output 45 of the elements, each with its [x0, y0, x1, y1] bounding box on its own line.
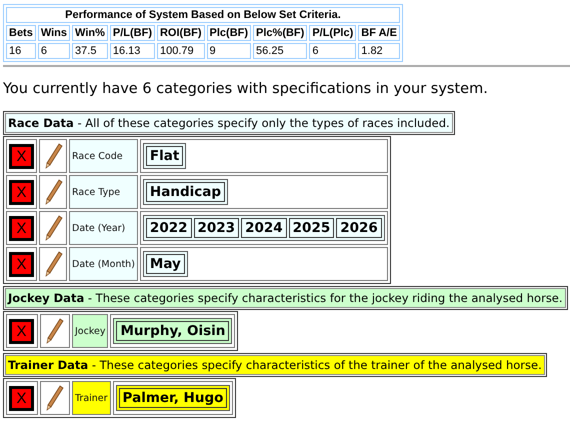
column-header: BF A/E: [358, 25, 400, 41]
column-header: Wins: [38, 25, 70, 41]
table-cell: 56.25: [253, 43, 308, 59]
delete-button[interactable]: X: [9, 216, 34, 240]
table-cell: 16: [6, 43, 36, 59]
column-header: P/L(Plc): [309, 25, 356, 41]
summary-text: You currently have 6 categories with specifications in your system.: [3, 81, 489, 97]
column-header: P/L(BF): [110, 25, 155, 41]
table-cell: 1.82: [358, 43, 400, 59]
delete-button[interactable]: X: [9, 180, 34, 204]
category-label: Race Code: [72, 150, 124, 162]
value-tag: 2025: [288, 218, 334, 238]
value-tag: Handicap: [146, 182, 226, 202]
section-header: Jockey Data - These categories specify characteristics for the jockey riding the analysed horse.: [5, 288, 566, 308]
category-label: Date (Year): [72, 222, 126, 234]
section-header: Race Data - All of these categories specify only the types of races included.: [5, 113, 453, 133]
table-cell: 9: [206, 43, 252, 59]
category-label: Trainer: [75, 392, 108, 404]
table-cell: 6: [309, 43, 356, 59]
section-header: Trainer Data - These categories specify characteristics of the trainer of the analysed horse.: [5, 355, 545, 375]
value-tag: May: [146, 254, 185, 274]
table-cell: 37.5: [72, 43, 108, 59]
table-cell: 16.13: [110, 43, 155, 59]
value-tag: Palmer, Hugo: [118, 388, 228, 408]
value-tag: 2024: [241, 218, 287, 238]
table-title: Performance of System Based on Below Set Criteria.: [6, 7, 400, 23]
category-label: Jockey: [75, 326, 106, 336]
column-header: Bets: [6, 25, 36, 41]
category-label: Date (Month): [72, 258, 135, 270]
table-cell: 100.79: [156, 43, 205, 59]
value-tag: 2023: [194, 218, 240, 238]
category-label: Race Type: [72, 186, 122, 198]
delete-button[interactable]: X: [9, 386, 34, 410]
delete-button[interactable]: X: [9, 252, 34, 276]
value-tag: Flat: [146, 146, 184, 166]
column-header: Plc%(BF): [253, 25, 308, 41]
delete-button[interactable]: X: [9, 318, 34, 344]
column-header: Plc(BF): [206, 25, 252, 41]
column-header: Win%: [72, 25, 108, 41]
delete-button[interactable]: X: [9, 144, 34, 168]
column-header: ROI(BF): [156, 25, 205, 41]
value-tag: 2026: [336, 218, 382, 238]
table-cell: 6: [38, 43, 70, 59]
value-tag: Murphy, Oisin: [116, 321, 230, 341]
value-tag: 2022: [146, 218, 192, 238]
